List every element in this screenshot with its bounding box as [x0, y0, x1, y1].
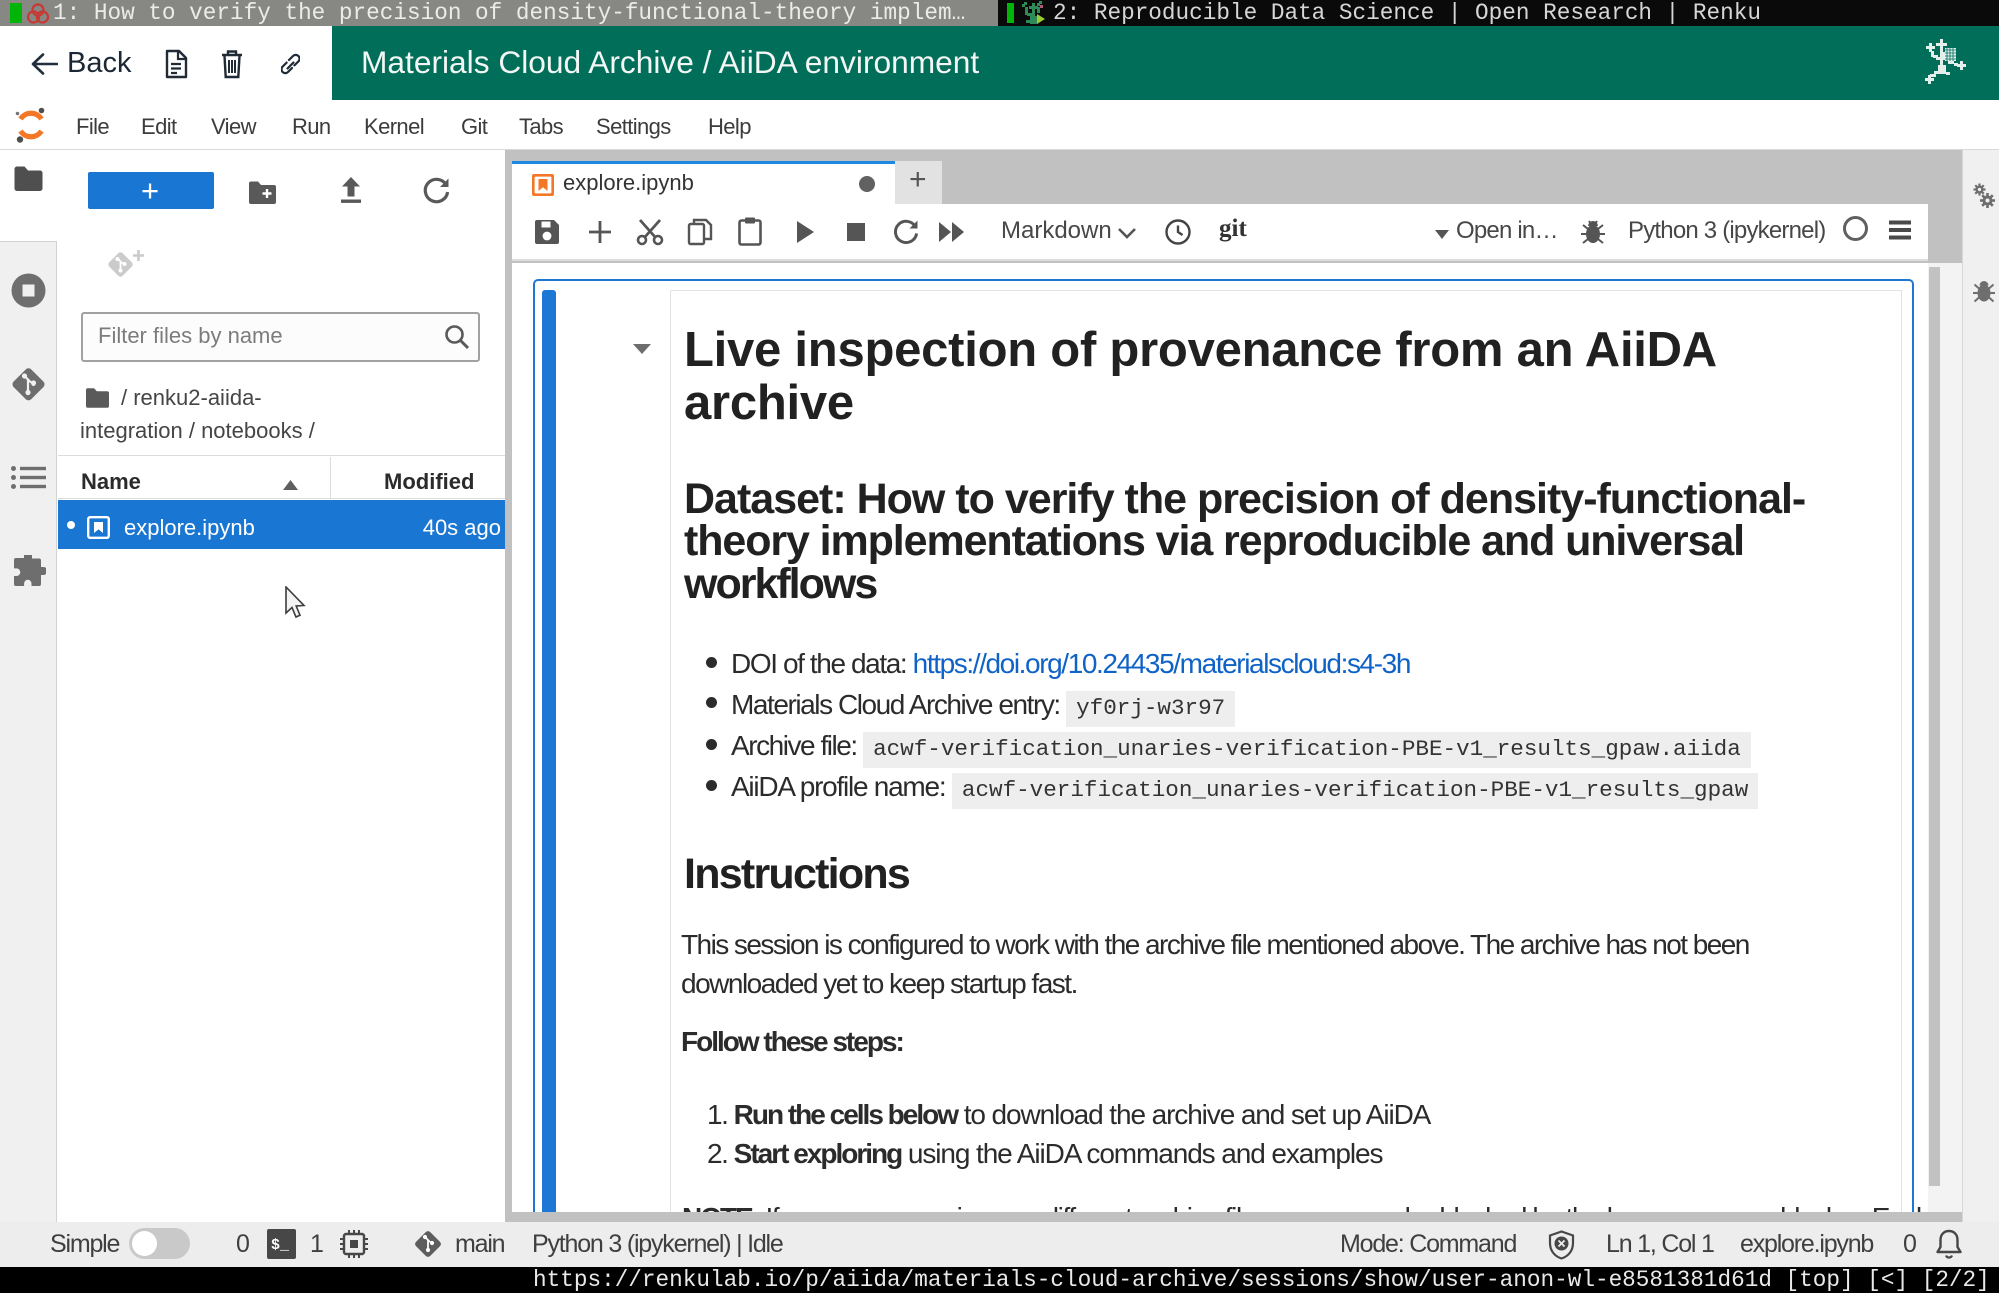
svg-text:$_: $_ — [271, 1237, 290, 1254]
